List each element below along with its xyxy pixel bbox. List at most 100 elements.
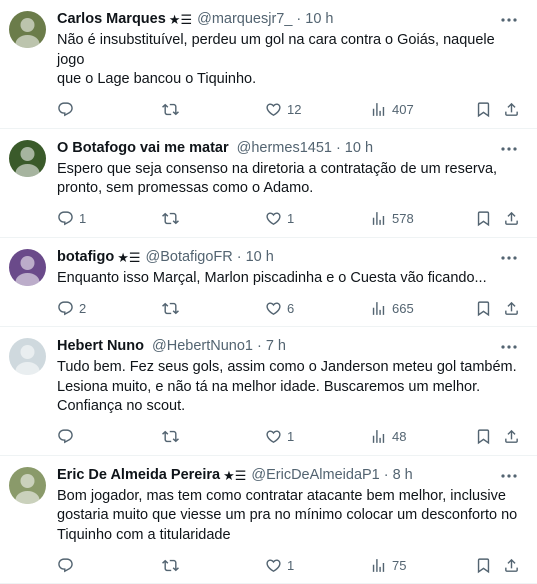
more-icon [500,344,518,350]
views-button[interactable]: 48 [370,426,406,448]
avatar[interactable] [9,140,46,177]
author-name[interactable]: Hebert Nuno [57,337,144,356]
bookmark-button[interactable] [475,208,492,230]
share-button[interactable] [503,99,520,121]
action-bar: 12 407 [57,99,521,121]
retweet-icon [162,428,179,445]
retweet-icon [162,210,179,227]
more-options-button[interactable] [499,251,519,265]
share-button[interactable] [503,297,520,319]
timestamp[interactable]: 10 h [305,10,333,29]
tweet[interactable]: Eric De Almeida Pereira ★☰ @EricDeAlmeid… [0,456,537,584]
tweet[interactable]: Carlos Marques ★☰ @marquesjr7_ · 10 h Nã… [0,0,537,129]
like-button[interactable]: 12 [265,99,301,121]
avatar[interactable] [9,249,46,286]
separator-dot: · [237,248,242,267]
avatar[interactable] [9,338,46,375]
author-badge: ★☰ [223,466,246,485]
more-options-button[interactable] [499,469,519,483]
reply-count: 1 [79,211,86,226]
like-button[interactable]: 6 [265,297,294,319]
reply-count: 2 [79,301,86,316]
author-name[interactable]: Eric De Almeida Pereira [57,466,220,485]
separator-dot: · [384,466,389,485]
reply-button[interactable] [57,426,79,448]
author-badge: ★☰ [117,248,140,267]
action-bar: 1 75 [57,554,521,576]
share-icon [503,428,520,445]
like-button[interactable]: 1 [265,426,294,448]
views-icon [370,210,387,227]
views-button[interactable]: 578 [370,208,414,230]
separator-dot: · [257,337,262,356]
timestamp[interactable]: 7 h [266,337,286,356]
tweet-header: Eric De Almeida Pereira ★☰ @EricDeAlmeid… [57,466,521,485]
tweet[interactable]: botafigo ★☰ @BotafigoFR · 10 h Enquanto … [0,238,537,328]
author-handle[interactable]: @BotafigoFR [146,248,233,267]
reply-icon [57,101,74,118]
tweet-header: botafigo ★☰ @BotafigoFR · 10 h [57,248,521,267]
author-handle[interactable]: @EricDeAlmeidaP1 [251,466,379,485]
bookmark-button[interactable] [475,426,492,448]
avatar[interactable] [9,467,46,504]
like-icon [265,210,282,227]
action-bar: 2 6 665 [57,297,521,319]
avatar[interactable] [9,11,46,48]
retweet-button[interactable] [162,99,184,121]
separator-dot: · [296,10,301,29]
tweet[interactable]: Hebert Nuno @HebertNuno1 · 7 h Tudo bem.… [0,327,537,456]
share-button[interactable] [503,426,520,448]
share-icon [503,101,520,118]
retweet-button[interactable] [162,297,184,319]
author-handle[interactable]: @HebertNuno1 [152,337,253,356]
bookmark-button[interactable] [475,554,492,576]
reply-button[interactable]: 1 [57,208,86,230]
bookmark-icon [475,101,492,118]
reply-button[interactable]: 2 [57,297,86,319]
bookmark-button[interactable] [475,99,492,121]
reply-button[interactable] [57,554,79,576]
like-icon [265,557,282,574]
views-count: 578 [392,211,414,226]
timestamp[interactable]: 10 h [345,139,373,158]
more-options-button[interactable] [499,340,519,354]
author-handle[interactable]: @marquesjr7_ [197,10,292,29]
retweet-button[interactable] [162,208,184,230]
more-options-button[interactable] [499,142,519,156]
like-icon [265,101,282,118]
share-icon [503,210,520,227]
author-name[interactable]: Carlos Marques [57,10,166,29]
author-handle[interactable]: @hermes1451 [237,139,332,158]
tweet-text: Bom jogador, mas tem como contratar atac… [57,487,521,546]
views-button[interactable]: 407 [370,99,414,121]
timestamp[interactable]: 10 h [246,248,274,267]
author-name[interactable]: botafigo [57,248,114,267]
action-bar: 1 1 578 [57,208,521,230]
like-count: 12 [287,102,301,117]
share-icon [503,557,520,574]
share-button[interactable] [503,208,520,230]
like-button[interactable]: 1 [265,208,294,230]
retweet-icon [162,557,179,574]
like-count: 1 [287,211,294,226]
views-button[interactable]: 665 [370,297,414,319]
views-button[interactable]: 75 [370,554,406,576]
retweet-button[interactable] [162,554,184,576]
bookmark-button[interactable] [475,297,492,319]
share-icon [503,300,520,317]
views-icon [370,428,387,445]
retweet-button[interactable] [162,426,184,448]
like-count: 6 [287,301,294,316]
share-button[interactable] [503,554,520,576]
timestamp[interactable]: 8 h [393,466,413,485]
like-button[interactable]: 1 [265,554,294,576]
more-options-button[interactable] [499,13,519,27]
author-name[interactable]: O Botafogo vai me matar [57,139,229,158]
bookmark-icon [475,210,492,227]
views-count: 75 [392,558,406,573]
more-icon [500,473,518,479]
more-icon [500,255,518,261]
views-icon [370,300,387,317]
reply-button[interactable] [57,99,79,121]
tweet[interactable]: O Botafogo vai me matar @hermes1451 · 10… [0,129,537,238]
